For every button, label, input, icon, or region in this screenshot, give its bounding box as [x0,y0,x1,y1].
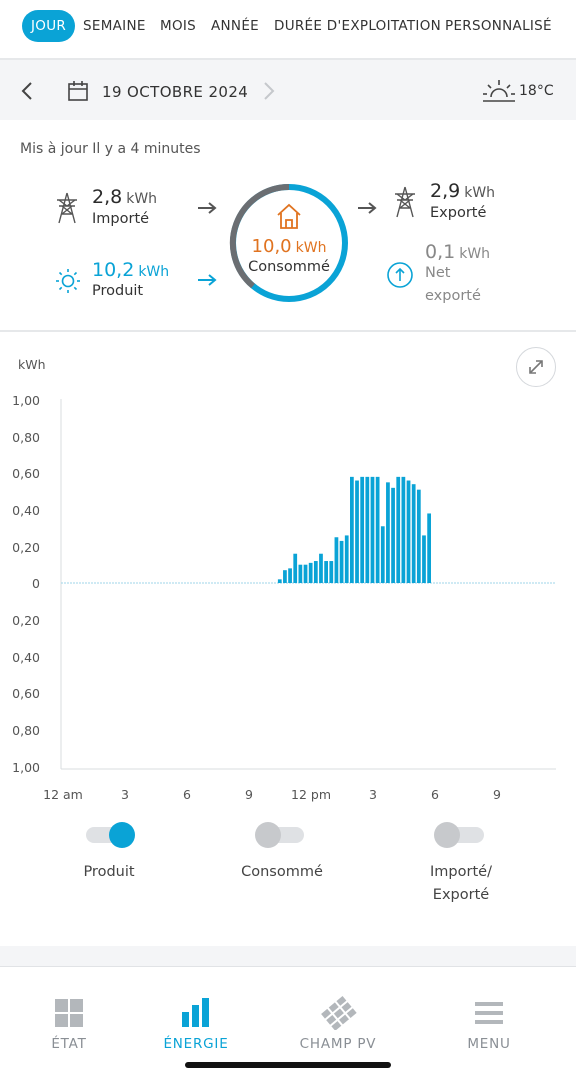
grid-icon [55,999,83,1027]
chart-bar [313,561,318,583]
chart-bar [303,564,308,583]
toggle-label: Consommé [241,864,323,880]
x-tick-label: 12 pm [291,787,331,802]
chart-bar [406,480,411,583]
chart-bar [277,579,282,583]
chart-bar [396,476,401,583]
x-tick-label: 3 [369,787,377,802]
chart-bar [375,476,380,583]
toggle-knob [109,822,135,848]
chart-bar [380,526,385,583]
chart-bar [288,568,292,583]
nav-label: MENU [467,1036,511,1052]
chart-bar [365,476,370,583]
toggle-knob [434,822,460,848]
chart-bar [298,564,303,583]
chart-bar [416,489,421,583]
chart-bar [427,513,431,583]
toggle-label-2: Exporté [432,887,490,903]
solar-panel-icon [321,995,357,1030]
x-tick-label: 9 [245,787,253,802]
chart-bar [350,476,354,583]
chart-bar [339,540,344,583]
nav-label: ÉNERGIE [163,1036,229,1052]
nav-label: CHAMP PV [299,1036,377,1052]
chart-bar [344,535,349,583]
toggle-label: Produit [83,864,135,880]
chart-bar [324,561,328,583]
home-indicator [185,1062,391,1068]
bar-chart-icon [182,998,209,1027]
nav-label: ÉTAT [51,1036,87,1052]
chart-bar [308,562,313,583]
chart-bar [391,487,395,583]
x-tick-label: 3 [121,787,129,802]
chart-bar [334,537,339,583]
chart-bar [401,476,406,583]
chart-bar [422,535,426,583]
chart-bar [283,570,287,583]
chart-bar [329,561,334,583]
energy-bar-chart [60,399,556,770]
chart-bar [360,476,365,583]
chart-bar [411,484,416,583]
toggle-knob [255,822,281,848]
x-tick-label: 12 am [43,787,83,802]
x-tick-label: 6 [431,787,439,802]
section-spacer [0,946,576,966]
chart-bar [370,476,375,583]
toggle-label: Importé/ [430,864,492,880]
menu-icon [475,1002,503,1024]
chart-bar [293,553,298,583]
x-tick-label: 9 [493,787,501,802]
chart-bar [355,480,359,583]
x-tick-label: 6 [183,787,191,802]
chart-bar [386,482,390,583]
chart-bar [319,553,323,583]
